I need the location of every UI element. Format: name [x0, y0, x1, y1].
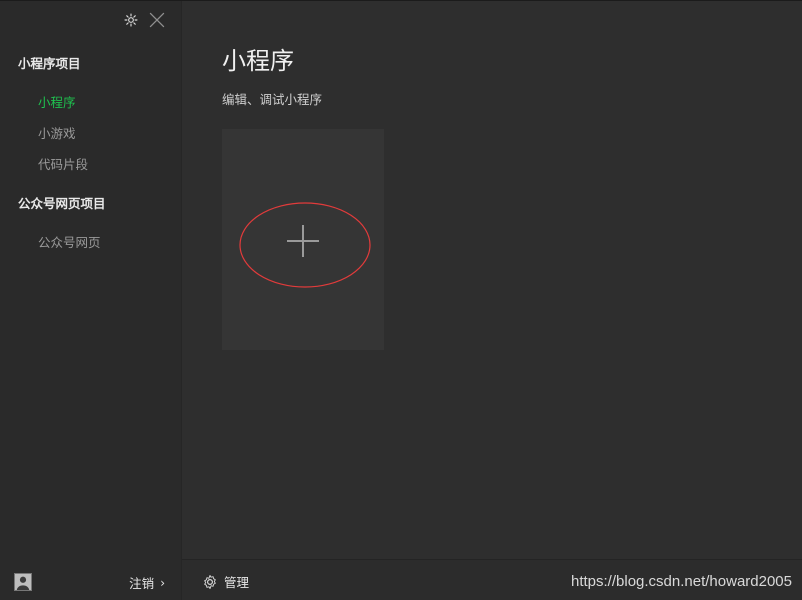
logout-label: 注销	[129, 576, 155, 591]
section-title-miniprogram-projects: 小程序项目	[18, 56, 81, 71]
gear-icon	[204, 574, 216, 589]
avatar[interactable]	[14, 573, 32, 591]
section-title-official-account-projects: 公众号网页项目	[18, 196, 106, 211]
manage-label: 管理	[224, 575, 250, 590]
page-title: 小程序	[222, 47, 294, 75]
sidebar-footer: 注销 ›	[0, 561, 181, 600]
new-project-card[interactable]	[222, 129, 384, 350]
chevron-right-icon: ›	[160, 575, 165, 590]
logout-button[interactable]: 注销 ›	[129, 573, 165, 592]
manage-button[interactable]: 管理	[202, 572, 249, 591]
sidebar-item-minigame[interactable]: 小游戏	[38, 123, 76, 142]
close-icon[interactable]	[146, 9, 168, 31]
main-panel: 小程序 编辑、调试小程序	[182, 1, 802, 561]
sidebar-item-code-snippet[interactable]: 代码片段	[38, 154, 88, 173]
sidebar-item-miniprogram[interactable]: 小程序	[38, 92, 76, 111]
page-subtitle: 编辑、调试小程序	[222, 92, 323, 107]
sidebar-top-controls	[122, 9, 168, 31]
plus-icon[interactable]	[286, 224, 320, 258]
gear-icon[interactable]	[122, 11, 140, 29]
app-window: 小程序项目 小程序 小游戏 代码片段 公众号网页项目 公众号网页 注销 › 小程…	[0, 0, 802, 600]
watermark-text: https://blog.csdn.net/howard2005	[571, 573, 792, 590]
sidebar-item-official-account-web[interactable]: 公众号网页	[38, 232, 101, 251]
sidebar: 小程序项目 小程序 小游戏 代码片段 公众号网页项目 公众号网页 注销 ›	[0, 1, 182, 600]
